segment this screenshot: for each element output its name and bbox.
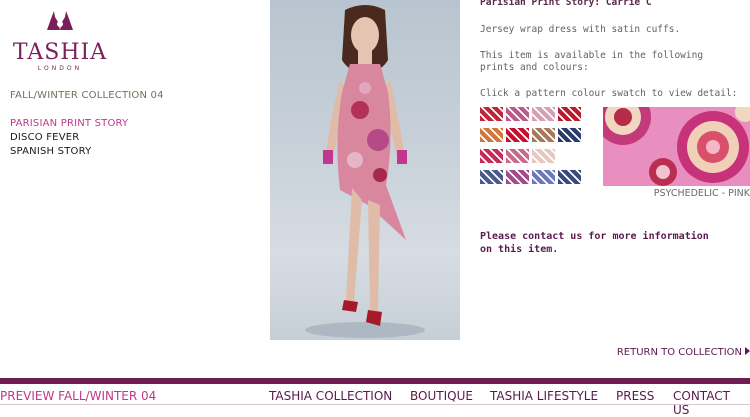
- swatch-preview: [603, 107, 750, 186]
- nav-boutique[interactable]: BOUTIQUE: [410, 389, 473, 403]
- nav-tashia-collection[interactable]: TASHIA COLLECTION: [269, 389, 392, 403]
- footer-divider: [0, 404, 750, 405]
- pattern-swatch[interactable]: [558, 107, 581, 121]
- product-photo: [270, 0, 460, 340]
- nav-contact-us[interactable]: CONTACT US: [673, 389, 750, 417]
- brand-logo[interactable]: TASHIA LONDON: [10, 10, 110, 72]
- contact-message: Please contact us for more information o…: [480, 231, 709, 255]
- footer-bar: [0, 378, 750, 384]
- swatch-grid: [480, 107, 590, 187]
- pattern-swatch[interactable]: [532, 170, 555, 184]
- pattern-swatch[interactable]: [480, 128, 503, 142]
- nav-press[interactable]: PRESS: [616, 389, 654, 403]
- preview-fall-winter-link[interactable]: PREVIEW FALL/WINTER 04: [0, 389, 156, 403]
- nav-tashia-lifestyle[interactable]: TASHIA LIFESTYLE: [490, 389, 598, 403]
- sidebar-item-parisian-print-story[interactable]: PARISIAN PRINT STORY: [10, 118, 128, 129]
- pattern-swatch[interactable]: [480, 107, 503, 121]
- pattern-swatch[interactable]: [506, 107, 529, 121]
- pattern-swatch[interactable]: [480, 170, 503, 184]
- rabbit-crest-icon: [47, 11, 73, 30]
- pattern-swatch[interactable]: [532, 149, 555, 163]
- pattern-swatch[interactable]: [558, 170, 581, 184]
- sidebar-item-disco-fever[interactable]: DISCO FEVER: [10, 132, 79, 143]
- product-description: Jersey wrap dress with satin cuffs.: [480, 24, 681, 35]
- return-to-collection-link[interactable]: RETURN TO COLLECTION: [580, 347, 750, 358]
- pattern-swatch[interactable]: [506, 170, 529, 184]
- collection-title: FALL/WINTER COLLECTION 04: [10, 90, 164, 101]
- brand-subtitle: LONDON: [37, 65, 83, 72]
- pattern-swatch[interactable]: [506, 128, 529, 142]
- swatch-instruction: Click a pattern colour swatch to view de…: [480, 88, 738, 99]
- pattern-swatch[interactable]: [532, 128, 555, 142]
- swatch-preview-label: PSYCHEDELIC - PINK: [653, 188, 750, 199]
- brand-name: TASHIA: [12, 40, 108, 65]
- story-title: Parisian Print Story: Carrie C: [480, 0, 652, 8]
- pattern-swatch[interactable]: [480, 149, 503, 163]
- availability-text: This item is available in the following …: [480, 50, 704, 73]
- arrow-right-icon: [745, 347, 750, 355]
- pattern-swatch[interactable]: [558, 128, 581, 142]
- sidebar-item-spanish-story[interactable]: SPANISH STORY: [10, 146, 91, 157]
- return-to-collection-label: RETURN TO COLLECTION: [616, 347, 742, 358]
- pattern-swatch[interactable]: [506, 149, 529, 163]
- pattern-swatch[interactable]: [532, 107, 555, 121]
